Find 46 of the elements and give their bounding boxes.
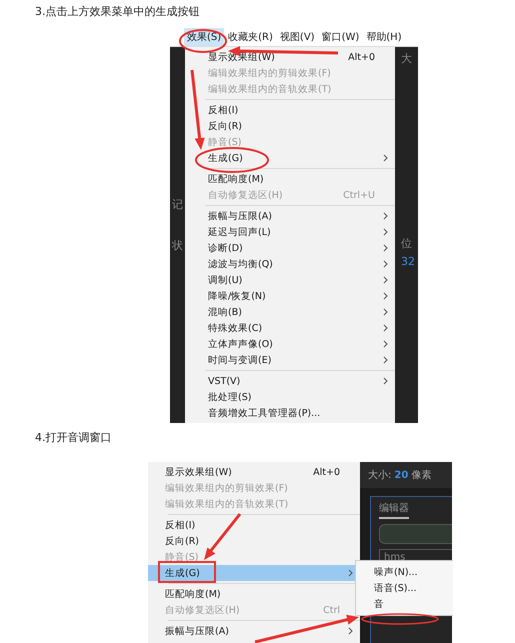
menu-item[interactable]: 显示效果组(W) Alt+0: [148, 464, 360, 480]
menu-item[interactable]: 特殊效果(C): [185, 320, 395, 336]
menu-bar-item[interactable]: 帮助(H): [363, 28, 405, 46]
menu-item[interactable]: 调制(U): [185, 272, 395, 288]
shortcut-label: Alt+0: [348, 52, 375, 62]
menu-item[interactable]: 混响(B): [185, 304, 395, 320]
annotation-circle: [179, 29, 227, 53]
menu-item[interactable]: 显示效果组(W) Alt+0: [185, 49, 395, 65]
menu-item[interactable]: 批处理(S): [185, 389, 395, 405]
partial-label: 状: [172, 238, 183, 253]
menu-item[interactable]: 降噪/恢复(N): [185, 288, 395, 304]
size-label: 大小:: [368, 468, 392, 482]
menu-item[interactable]: 匹配响度(M): [185, 171, 395, 187]
menu-item[interactable]: 诊断(D): [185, 240, 395, 256]
menu-item[interactable]: 音: [356, 596, 453, 612]
menu-item[interactable]: 振幅与压限(A): [185, 208, 395, 224]
menu-item[interactable]: 延迟与回声(L): [185, 224, 395, 240]
menu-item[interactable]: 反相(I): [148, 517, 360, 533]
menu-item[interactable]: 语音(S)...: [356, 580, 453, 596]
menu-item[interactable]: 反相(I): [185, 102, 395, 118]
menu-item[interactable]: 生成(G): [185, 150, 395, 166]
menu-bar-item[interactable]: 收藏夹(R): [225, 28, 276, 46]
menu-item[interactable]: VST(V): [185, 373, 395, 389]
step-heading: 4.打开音调窗口: [34, 430, 112, 446]
shortcut-label: Ctrl+U: [343, 190, 375, 200]
shortcut-label: Alt+0: [313, 466, 340, 478]
menu-bar-item[interactable]: 视图(V): [276, 28, 318, 46]
menu-item[interactable]: 音频增效工具管理器(P)...: [185, 405, 395, 421]
menu-bar-item[interactable]: 窗口(W): [318, 28, 362, 46]
highlight-frame: [158, 561, 216, 583]
partial-label: 记: [172, 197, 183, 212]
menu-item[interactable]: 时间与变调(E): [185, 352, 395, 368]
menu-item[interactable]: 反向(R): [148, 533, 360, 549]
panel-tab[interactable]: 编辑器: [379, 501, 409, 519]
shortcut-label: Ctrl: [323, 604, 340, 616]
size-unit: 像素: [411, 468, 432, 482]
menu-item[interactable]: 振幅与压限(A): [148, 623, 360, 639]
partial-label: 位: [401, 236, 413, 251]
annotation-arrow: [204, 513, 242, 560]
menu-item[interactable]: 反向(R): [185, 118, 395, 134]
size-value: 20: [394, 470, 408, 480]
step-heading: 3.点击上方效果菜单中的生成按钮: [34, 4, 200, 20]
menu-item[interactable]: 立体声声像(O): [185, 336, 395, 352]
menu-item[interactable]: 滤波与均衡(Q): [185, 256, 395, 272]
partial-label: 32: [401, 255, 415, 268]
partial-label: 大: [401, 51, 412, 66]
